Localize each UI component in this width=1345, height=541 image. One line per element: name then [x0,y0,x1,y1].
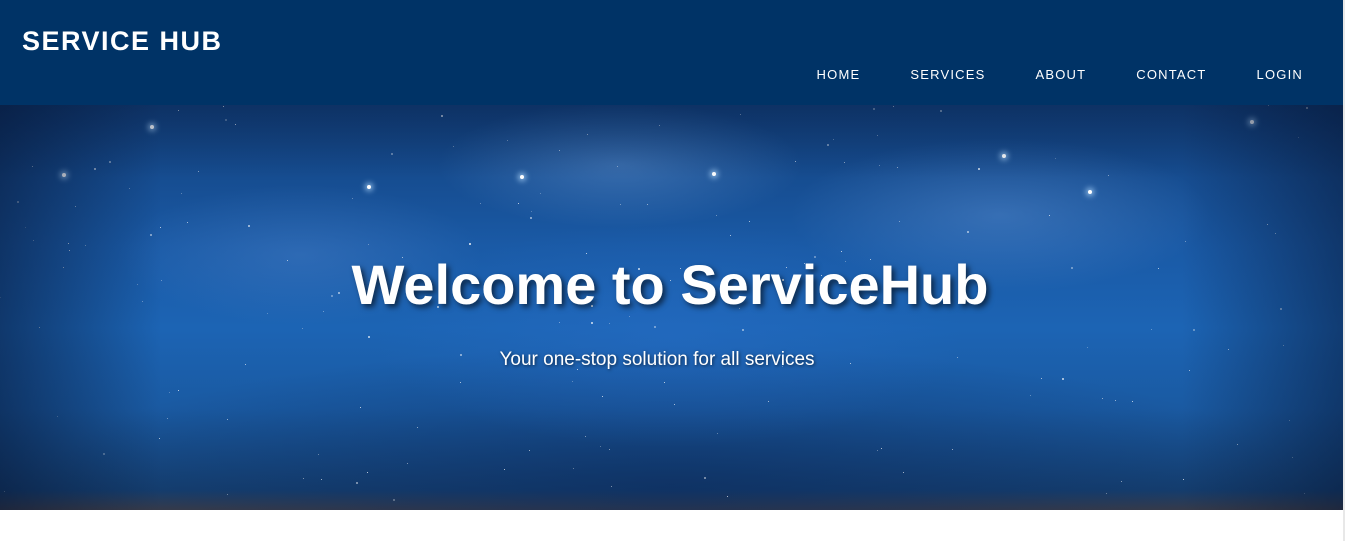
hero-subtitle: Your one-stop solution for all services [499,349,815,370]
nav-contact-link[interactable]: CONTACT [1136,67,1206,83]
nav-services-link[interactable]: SERVICES [910,67,985,83]
page: SERVICE HUB HOME SERVICES ABOUT CONTACT … [0,0,1345,541]
nav-login-link[interactable]: LOGIN [1257,67,1303,83]
brand-logo-link[interactable]: SERVICE HUB [22,24,223,58]
hero-title: Welcome to ServiceHub [351,253,989,316]
nav-home-link[interactable]: HOME [817,67,861,83]
navbar: SERVICE HUB HOME SERVICES ABOUT CONTACT … [0,0,1343,105]
hero-banner: Welcome to ServiceHub Your one-stop solu… [0,105,1343,510]
nav-about-link[interactable]: ABOUT [1035,67,1086,83]
main-nav: HOME SERVICES ABOUT CONTACT LOGIN [817,67,1303,83]
